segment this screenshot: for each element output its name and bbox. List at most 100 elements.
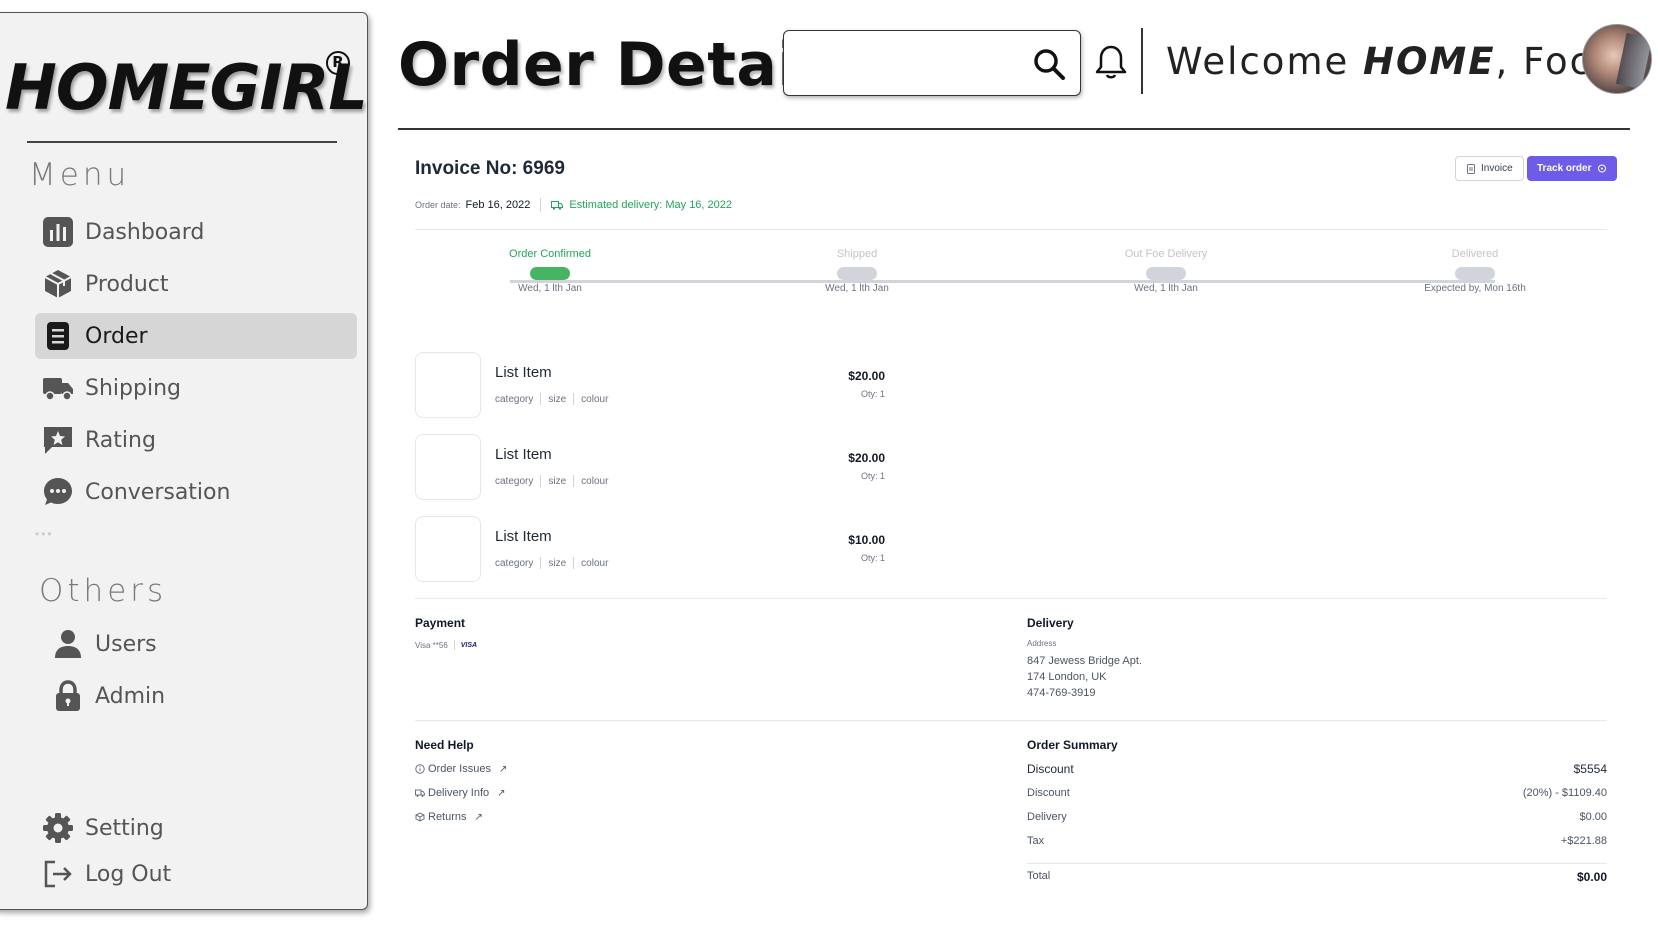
sidebar-item-label: Log Out (85, 861, 172, 887)
summary-value: +$221.88 (1560, 835, 1607, 847)
box-icon (41, 267, 75, 301)
document-small-icon (1467, 163, 1475, 174)
menu-section-title: Menu (29, 157, 131, 193)
invoice-title: Invoice No: 6969 (415, 158, 565, 179)
help-link-label: Order Issues (428, 763, 491, 775)
step-indicator (837, 267, 877, 280)
summary-title: Order Summary (1027, 738, 1118, 752)
sidebar-item-label: Dashboard (85, 219, 205, 245)
search-input[interactable] (796, 45, 1026, 81)
item-colour: colour (581, 557, 609, 569)
step-label: Out Foe Delivery (1124, 248, 1208, 260)
chat-bubble-icon (41, 475, 75, 509)
item-price: $10.00 (848, 533, 885, 547)
bar-chart-icon (41, 215, 75, 249)
sidebar-item-label: Product (85, 271, 169, 297)
welcome-prefix: Welcome (1166, 40, 1364, 83)
brand-logo: HOMEGIRL (5, 51, 368, 124)
item-qty: Oty: 1 (860, 471, 885, 481)
item-category: category (495, 393, 534, 405)
bell-icon[interactable] (1094, 44, 1128, 80)
divider (415, 598, 1607, 599)
summary-label: Tax (1027, 835, 1045, 847)
step-date: Wed, 1 lth Jan (825, 283, 889, 294)
summary-total-row: Total $0.00 (1027, 870, 1607, 884)
item-qty: Oty: 1 (860, 389, 885, 399)
sidebar-item-shipping[interactable]: Shipping (35, 365, 357, 411)
item-colour: colour (581, 393, 609, 405)
meta-separator (540, 198, 542, 212)
item-qty: Oty: 1 (860, 553, 885, 563)
summary-row: Delivery $0.00 (1027, 811, 1607, 823)
sidebar-item-label: Conversation (85, 479, 231, 505)
order-issues-link[interactable]: Order Issues ↗ (415, 763, 507, 775)
list-item[interactable]: List Item category size colour $20.00 Ot… (415, 434, 885, 500)
sidebar-item-label: Admin (95, 683, 166, 709)
sidebar-item-rating[interactable]: Rating (35, 417, 357, 463)
estimated-delivery-text: Estimated delivery: May 16, 2022 (569, 199, 733, 211)
step-date: Wed, 1 lth Jan (1134, 283, 1198, 294)
divider (415, 720, 1607, 721)
page-title: Order Detail (398, 30, 820, 100)
order-meta: Order date: Feb 16, 2022 Estimated deliv… (415, 198, 732, 212)
item-name: List Item (495, 528, 552, 545)
invoice-button[interactable]: Invoice (1455, 156, 1524, 181)
item-colour: colour (581, 475, 609, 487)
delivery-info-link[interactable]: Delivery Info ↗ (415, 787, 506, 799)
progress-track (510, 280, 1495, 283)
step-date: Wed, 1 lth Jan (518, 283, 582, 294)
sidebar-item-logout[interactable]: Log Out (35, 851, 357, 897)
info-circle-icon (415, 764, 425, 774)
document-icon (41, 319, 75, 353)
item-thumbnail (415, 434, 481, 500)
sidebar-item-dashboard[interactable]: Dashboard (35, 209, 357, 255)
address-line2: 174 London, UK (1027, 671, 1107, 683)
visa-logo: VISA (460, 641, 478, 649)
sidebar-item-product[interactable]: Product (35, 261, 357, 307)
returns-link[interactable]: Returns ↗ (415, 811, 483, 823)
sidebar-item-order[interactable]: Order (35, 313, 357, 359)
step-label: Delivered (1451, 248, 1499, 260)
phone-number: 474-769-3919 (1027, 687, 1096, 699)
address-label: Address (1027, 639, 1057, 648)
item-price: $20.00 (848, 451, 885, 465)
summary-value: (20%) - $1109.40 (1522, 787, 1607, 799)
sidebar-item-conversation[interactable]: Conversation (35, 469, 357, 515)
summary-label: Discount (1027, 787, 1070, 799)
truck-icon (41, 371, 75, 405)
step-indicator (1146, 267, 1186, 280)
user-icon (51, 627, 85, 661)
welcome-text: Welcome HOME, Focus (1166, 40, 1639, 83)
item-size: size (548, 475, 567, 487)
payment-method: Visa **56 VISA (415, 640, 477, 650)
summary-value: $5554 (1573, 762, 1607, 776)
step-label: Order Confirmed (509, 248, 591, 260)
help-link-label: Returns (428, 811, 467, 823)
sidebar-item-users[interactable]: Users (45, 621, 367, 667)
sidebar-item-admin[interactable]: Admin (45, 673, 367, 719)
header-divider (1141, 28, 1143, 94)
sidebar: HOMEGIRL R Menu Dashboard Product Order … (0, 12, 368, 910)
sidebar-item-label: Shipping (85, 375, 181, 401)
list-item[interactable]: List Item category size colour $20.00 Ot… (415, 352, 885, 418)
truck-small-icon (551, 201, 564, 210)
item-thumbnail (415, 516, 481, 582)
payment-card: Visa **56 (415, 640, 448, 650)
location-pin-icon (1598, 164, 1607, 172)
summary-divider (1027, 863, 1607, 864)
avatar[interactable] (1582, 24, 1652, 94)
divider (415, 229, 1607, 230)
track-order-button[interactable]: Track order (1527, 156, 1618, 181)
order-date-label: Order date: (415, 200, 461, 210)
list-item[interactable]: List Item category size colour $10.00 Ot… (415, 516, 885, 582)
sidebar-item-setting[interactable]: Setting (35, 805, 357, 851)
summary-row: Discount $5554 (1027, 762, 1607, 776)
invoice-button-label: Invoice (1481, 163, 1513, 174)
track-order-label: Track order (1537, 163, 1592, 174)
item-attributes: category size colour (495, 475, 608, 487)
sidebar-item-label: Setting (85, 815, 164, 841)
summary-row: Tax +$221.88 (1027, 835, 1607, 847)
search-icon[interactable] (1032, 47, 1066, 81)
sidebar-item-label: Users (95, 631, 157, 657)
search-box[interactable] (783, 30, 1081, 96)
